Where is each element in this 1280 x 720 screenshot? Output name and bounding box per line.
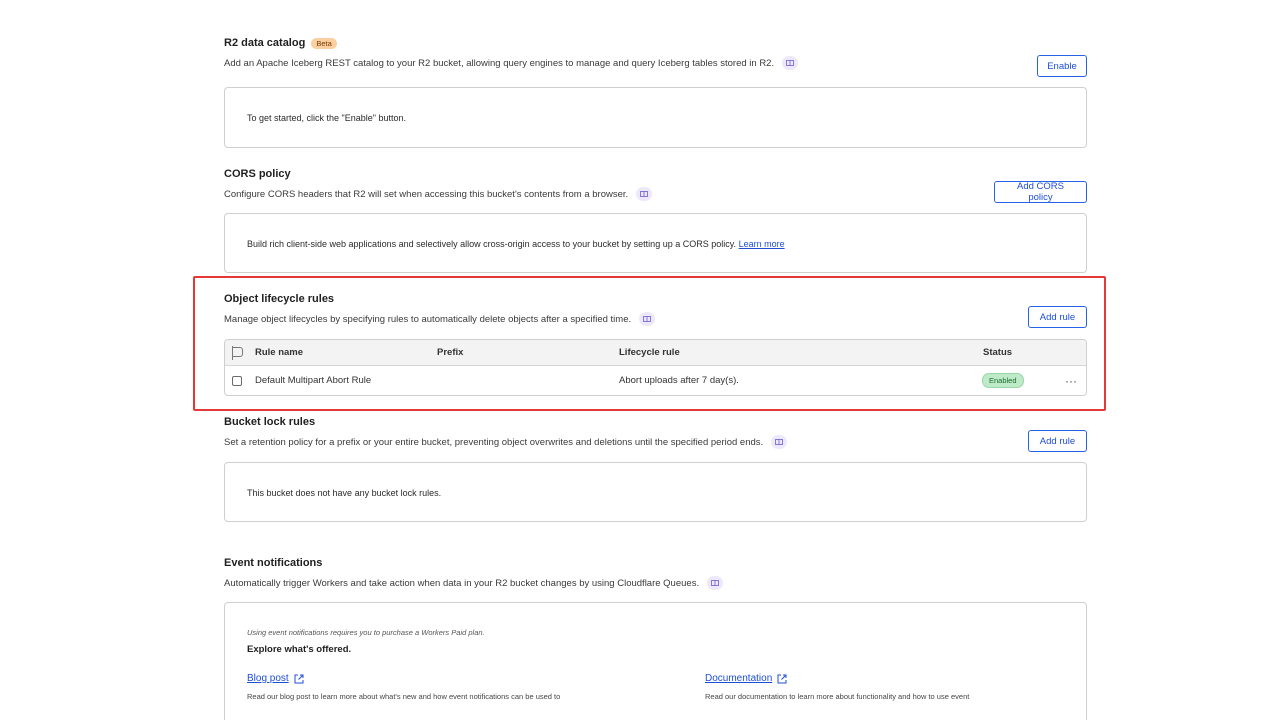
events-panel: Using event notifications requires you t…: [224, 602, 1087, 720]
events-description: Automatically trigger Workers and take a…: [224, 576, 1087, 590]
beta-badge: Beta: [311, 37, 337, 49]
bucket-lock-description: Set a retention policy for a prefix or y…: [224, 435, 1087, 449]
r2-catalog-section: R2 data catalog Beta Add an Apache Icebe…: [224, 36, 1087, 148]
documentation-description: Read our documentation to learn more abo…: [705, 692, 970, 701]
cors-panel: Build rich client-side web applications …: [224, 213, 1087, 273]
col-status[interactable]: Status: [983, 340, 1012, 365]
r2-catalog-description-text: Add an Apache Iceberg REST catalog to yo…: [224, 57, 775, 69]
flag-icon[interactable]: [231, 345, 243, 360]
r2-catalog-panel: To get started, click the "Enable" butto…: [224, 87, 1087, 148]
documentation-link-label: Documentation: [705, 673, 773, 684]
bucket-lock-heading: Bucket lock rules: [224, 415, 1087, 429]
docs-icon[interactable]: [639, 312, 656, 326]
blog-post-link-label: Blog post: [247, 673, 289, 684]
add-bucket-lock-rule-button[interactable]: Add rule: [1028, 430, 1087, 452]
events-section: Event notifications Automatically trigge…: [224, 556, 1087, 720]
external-link-icon: [777, 674, 787, 683]
events-heading: Event notifications: [224, 556, 1087, 570]
enable-button[interactable]: Enable: [1037, 55, 1087, 77]
select-all-cell: [231, 340, 243, 365]
docs-icon[interactable]: [707, 576, 724, 590]
table-row[interactable]: Default Multipart Abort Rule Abort uploa…: [225, 366, 1086, 395]
bucket-lock-section: Bucket lock rules Set a retention policy…: [224, 415, 1087, 522]
add-lifecycle-rule-button[interactable]: Add rule: [1028, 306, 1087, 328]
bucket-lock-title: Bucket lock rules: [224, 416, 316, 428]
cors-title: CORS policy: [224, 168, 291, 180]
events-title: Event notifications: [224, 557, 323, 569]
cors-panel-message: Build rich client-side web applications …: [247, 239, 737, 249]
r2-catalog-heading: R2 data catalog Beta: [224, 36, 1087, 50]
explore-heading: Explore what's offered.: [247, 644, 352, 655]
row-lifecycle-rule: Abort uploads after 7 day(s).: [619, 375, 739, 386]
external-link-icon: [294, 674, 304, 683]
documentation-link[interactable]: Documentation: [705, 673, 787, 684]
bucket-lock-panel: This bucket does not have any bucket loc…: [224, 462, 1087, 522]
table-header: Rule name Prefix Lifecycle rule Status: [225, 340, 1086, 366]
cors-description-text: Configure CORS headers that R2 will set …: [224, 188, 629, 200]
col-rule-name[interactable]: Rule name: [255, 340, 303, 365]
lifecycle-table: Rule name Prefix Lifecycle rule Status D…: [224, 339, 1087, 396]
docs-icon[interactable]: [636, 187, 653, 201]
cors-panel-text: Build rich client-side web applications …: [247, 239, 785, 249]
blog-post-description: Read our blog post to learn more about w…: [247, 692, 561, 701]
events-note: Using event notifications requires you t…: [247, 628, 485, 637]
lifecycle-section: Object lifecycle rules Manage object lif…: [224, 292, 1087, 397]
bucket-lock-description-text: Set a retention policy for a prefix or y…: [224, 436, 764, 448]
r2-catalog-description: Add an Apache Iceberg REST catalog to yo…: [224, 56, 1087, 70]
cors-heading: CORS policy: [224, 167, 1087, 181]
events-description-text: Automatically trigger Workers and take a…: [224, 577, 700, 589]
bucket-lock-panel-text: This bucket does not have any bucket loc…: [247, 488, 442, 498]
docs-icon[interactable]: [782, 56, 799, 70]
r2-catalog-panel-text: To get started, click the "Enable" butto…: [247, 113, 406, 123]
cors-description: Configure CORS headers that R2 will set …: [224, 187, 1087, 201]
col-lifecycle-rule[interactable]: Lifecycle rule: [619, 340, 680, 365]
lifecycle-heading: Object lifecycle rules: [224, 292, 1087, 306]
row-checkbox[interactable]: [232, 375, 242, 386]
lifecycle-title: Object lifecycle rules: [224, 293, 335, 305]
r2-catalog-title: R2 data catalog: [224, 37, 306, 49]
learn-more-link[interactable]: Learn more: [739, 239, 785, 249]
cors-section: CORS policy Configure CORS headers that …: [224, 167, 1087, 273]
lifecycle-description-text: Manage object lifecycles by specifying r…: [224, 313, 632, 325]
add-cors-policy-button[interactable]: Add CORS policy: [994, 181, 1087, 203]
docs-icon[interactable]: [771, 435, 788, 449]
status-badge: Enabled: [982, 373, 1024, 388]
more-icon[interactable]: ···: [1065, 374, 1077, 388]
blog-post-link[interactable]: Blog post: [247, 673, 304, 684]
lifecycle-description: Manage object lifecycles by specifying r…: [224, 312, 1087, 326]
col-prefix[interactable]: Prefix: [437, 340, 463, 365]
row-rule-name: Default Multipart Abort Rule: [255, 375, 372, 386]
